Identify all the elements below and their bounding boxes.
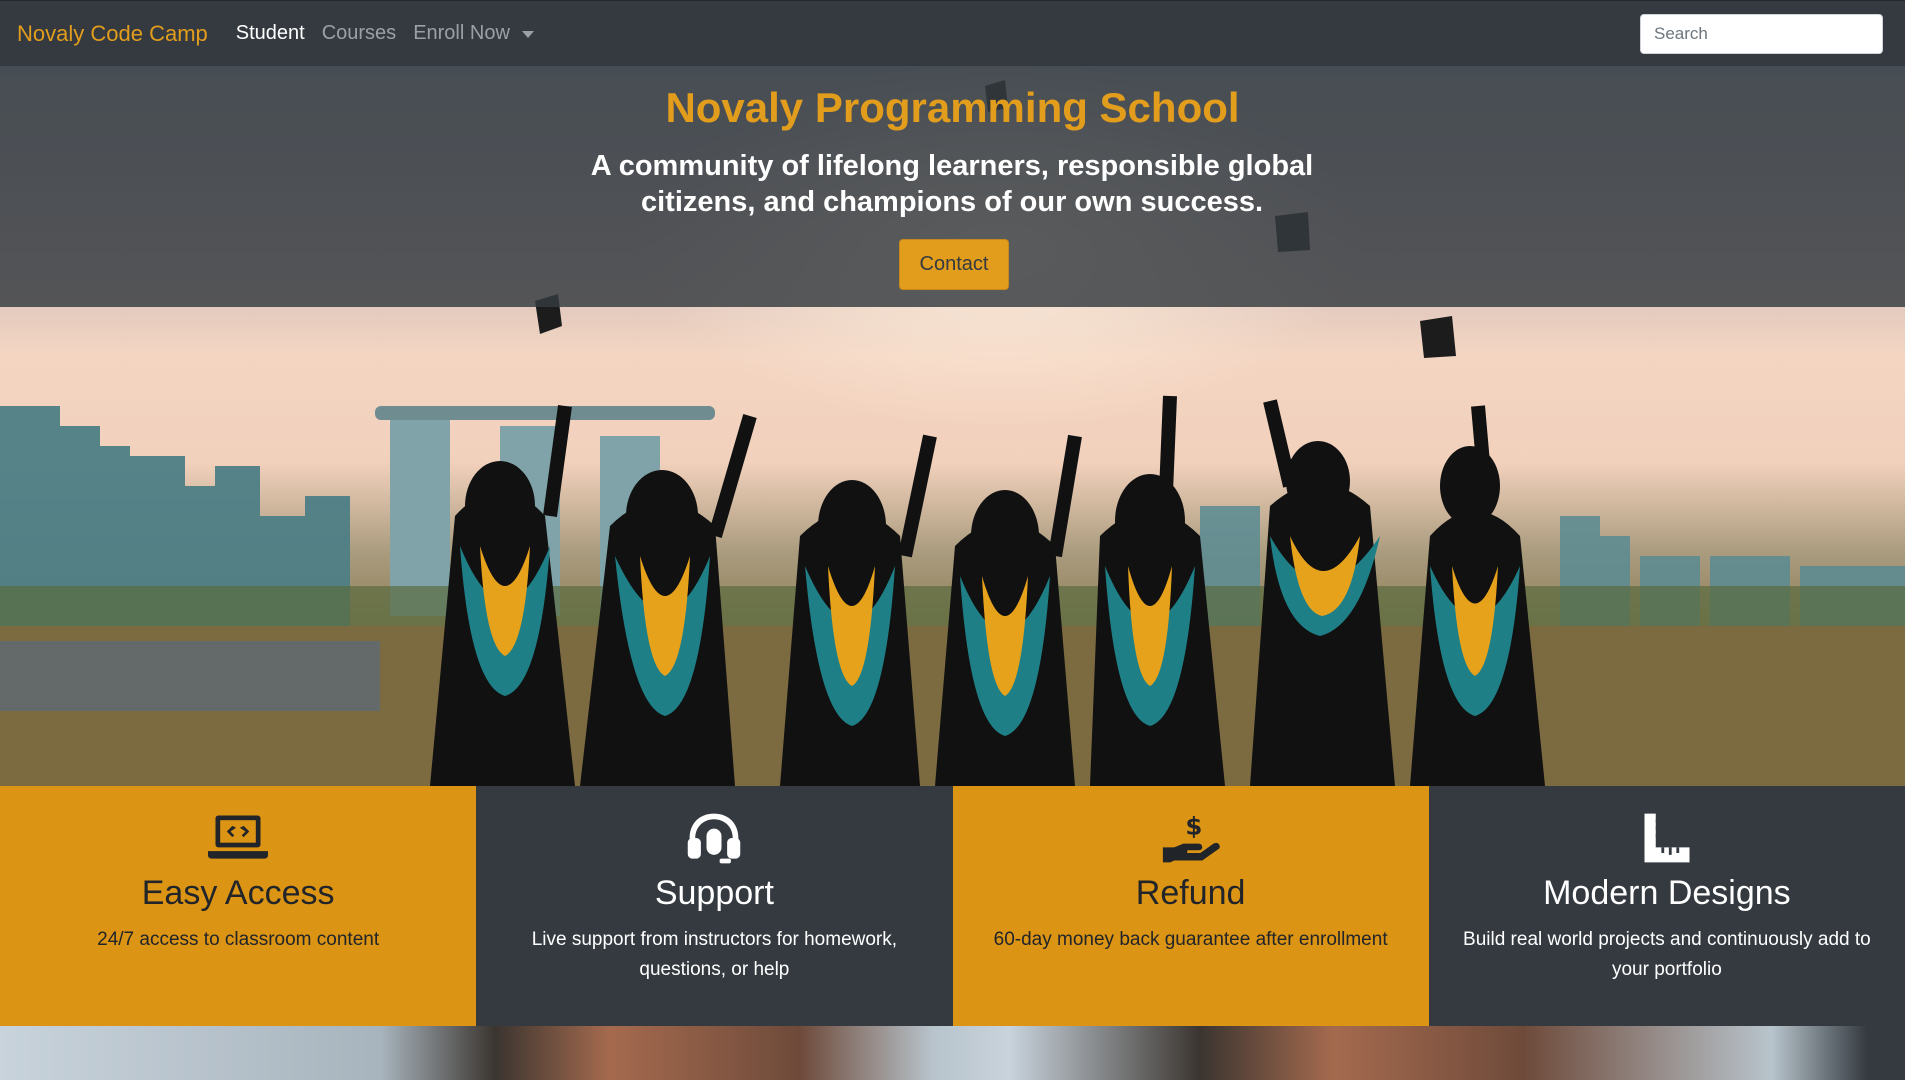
feature-text: Build real world projects and continuous… (1463, 929, 1871, 980)
feature-text: 24/7 access to classroom content (97, 929, 380, 950)
feature-title: Refund (1135, 874, 1246, 912)
ruler-combined-icon (1644, 813, 1690, 863)
search-input[interactable] (1640, 14, 1883, 54)
features-row: Easy Access 24/7 access to classroom con… (0, 786, 1905, 1026)
hero-banner: Novaly Programming School A community of… (0, 66, 1905, 786)
feature-title: Support (654, 874, 774, 912)
nav-dropdown-enroll[interactable]: Enroll Now (413, 22, 534, 45)
svg-text:$: $ (1185, 811, 1202, 840)
top-navbar: Novaly Code Camp Student Courses Enroll … (0, 0, 1905, 66)
feature-card-support: Support Live support from instructors fo… (476, 786, 953, 1026)
hero-title: Novaly Programming School (665, 84, 1240, 131)
headset-icon (688, 813, 741, 864)
nav-dropdown-enroll-label: Enroll Now (413, 22, 510, 44)
feature-card-refund: $ Refund 60-day money back guarantee aft… (952, 786, 1429, 1026)
feature-card-modern-designs: Modern Designs Build real world projects… (1428, 786, 1905, 1026)
feature-text: Live support from instructors for homewo… (531, 929, 898, 980)
hand-holding-usd-icon: $ (1162, 811, 1220, 863)
feature-title: Modern Designs (1543, 874, 1791, 912)
nav-link-courses[interactable]: Courses (322, 22, 396, 45)
feature-text: 60-day money back guarantee after enroll… (993, 929, 1388, 950)
contact-button[interactable]: Contact (899, 239, 1009, 290)
bottom-image-strip (0, 1026, 1905, 1080)
brand-link[interactable]: Novaly Code Camp (17, 21, 208, 47)
hero-subtitle: A community of lifelong learners, respon… (590, 150, 1314, 218)
caret-down-icon (521, 31, 534, 38)
feature-card-easy-access: Easy Access 24/7 access to classroom con… (0, 786, 477, 1026)
feature-title: Easy Access (141, 874, 335, 912)
laptop-code-icon (208, 815, 269, 859)
nav-link-student[interactable]: Student (236, 22, 305, 45)
